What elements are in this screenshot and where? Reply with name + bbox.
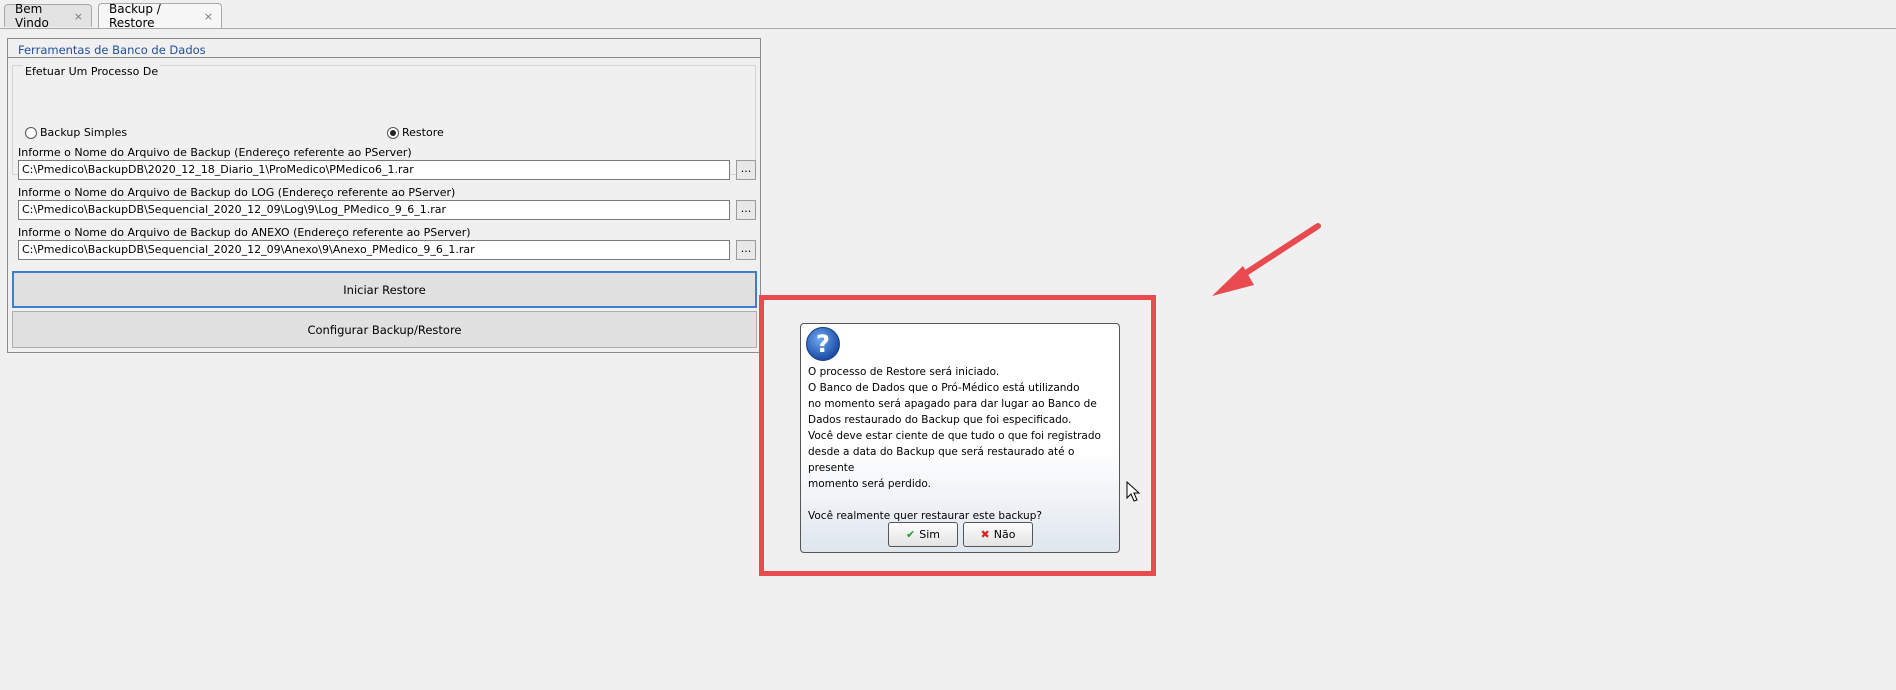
anexo-file-label: Informe o Nome do Arquivo de Backup do A… [18,226,471,239]
tab-bem-vindo[interactable]: Bem Vindo × [4,2,92,30]
group-title: Efetuar Um Processo De [23,65,161,78]
configure-backup-button[interactable]: Configurar Backup/Restore [12,311,757,348]
divider [8,57,760,58]
button-label: Iniciar Restore [343,282,426,297]
backup-file-label: Informe o Nome do Arquivo de Backup (End… [18,146,412,159]
tab-backup-restore[interactable]: Backup / Restore × [98,2,222,30]
browse-backup-button[interactable]: ... [736,160,756,180]
tab-label: Backup / Restore [109,2,161,30]
tab-bar: Bem Vindo × Backup / Restore × [0,0,1896,30]
radio-label: Restore [402,126,444,139]
start-restore-button[interactable]: Iniciar Restore [12,271,757,308]
anexo-file-input[interactable]: C:\Pmedico\BackupDB\Sequencial_2020_12_0… [18,240,730,260]
panel-title: Ferramentas de Banco de Dados [18,43,206,57]
tab-label: Bem Vindo [15,2,49,30]
mouse-cursor-icon [1126,481,1140,502]
backup-file-input[interactable]: C:\Pmedico\BackupDB\2020_12_18_Diario_1\… [18,160,730,180]
log-file-input[interactable]: C:\Pmedico\BackupDB\Sequencial_2020_12_0… [18,200,730,220]
database-tools-panel: Ferramentas de Banco de Dados Efetuar Um… [7,38,761,353]
annotation-highlight-box [759,295,1156,576]
browse-anexo-button[interactable]: ... [736,240,756,260]
close-icon[interactable]: × [74,10,83,23]
radio-checked-icon [387,126,399,139]
button-label: Configurar Backup/Restore [307,322,462,337]
close-icon[interactable]: × [204,10,213,23]
radio-label: Backup Simples [40,126,128,139]
radio-icon [25,126,37,139]
radio-restore[interactable]: Restore [387,126,444,139]
browse-log-button[interactable]: ... [736,200,756,220]
log-file-label: Informe o Nome do Arquivo de Backup do L… [18,186,456,199]
radio-backup-simples[interactable]: Backup Simples [25,126,127,139]
